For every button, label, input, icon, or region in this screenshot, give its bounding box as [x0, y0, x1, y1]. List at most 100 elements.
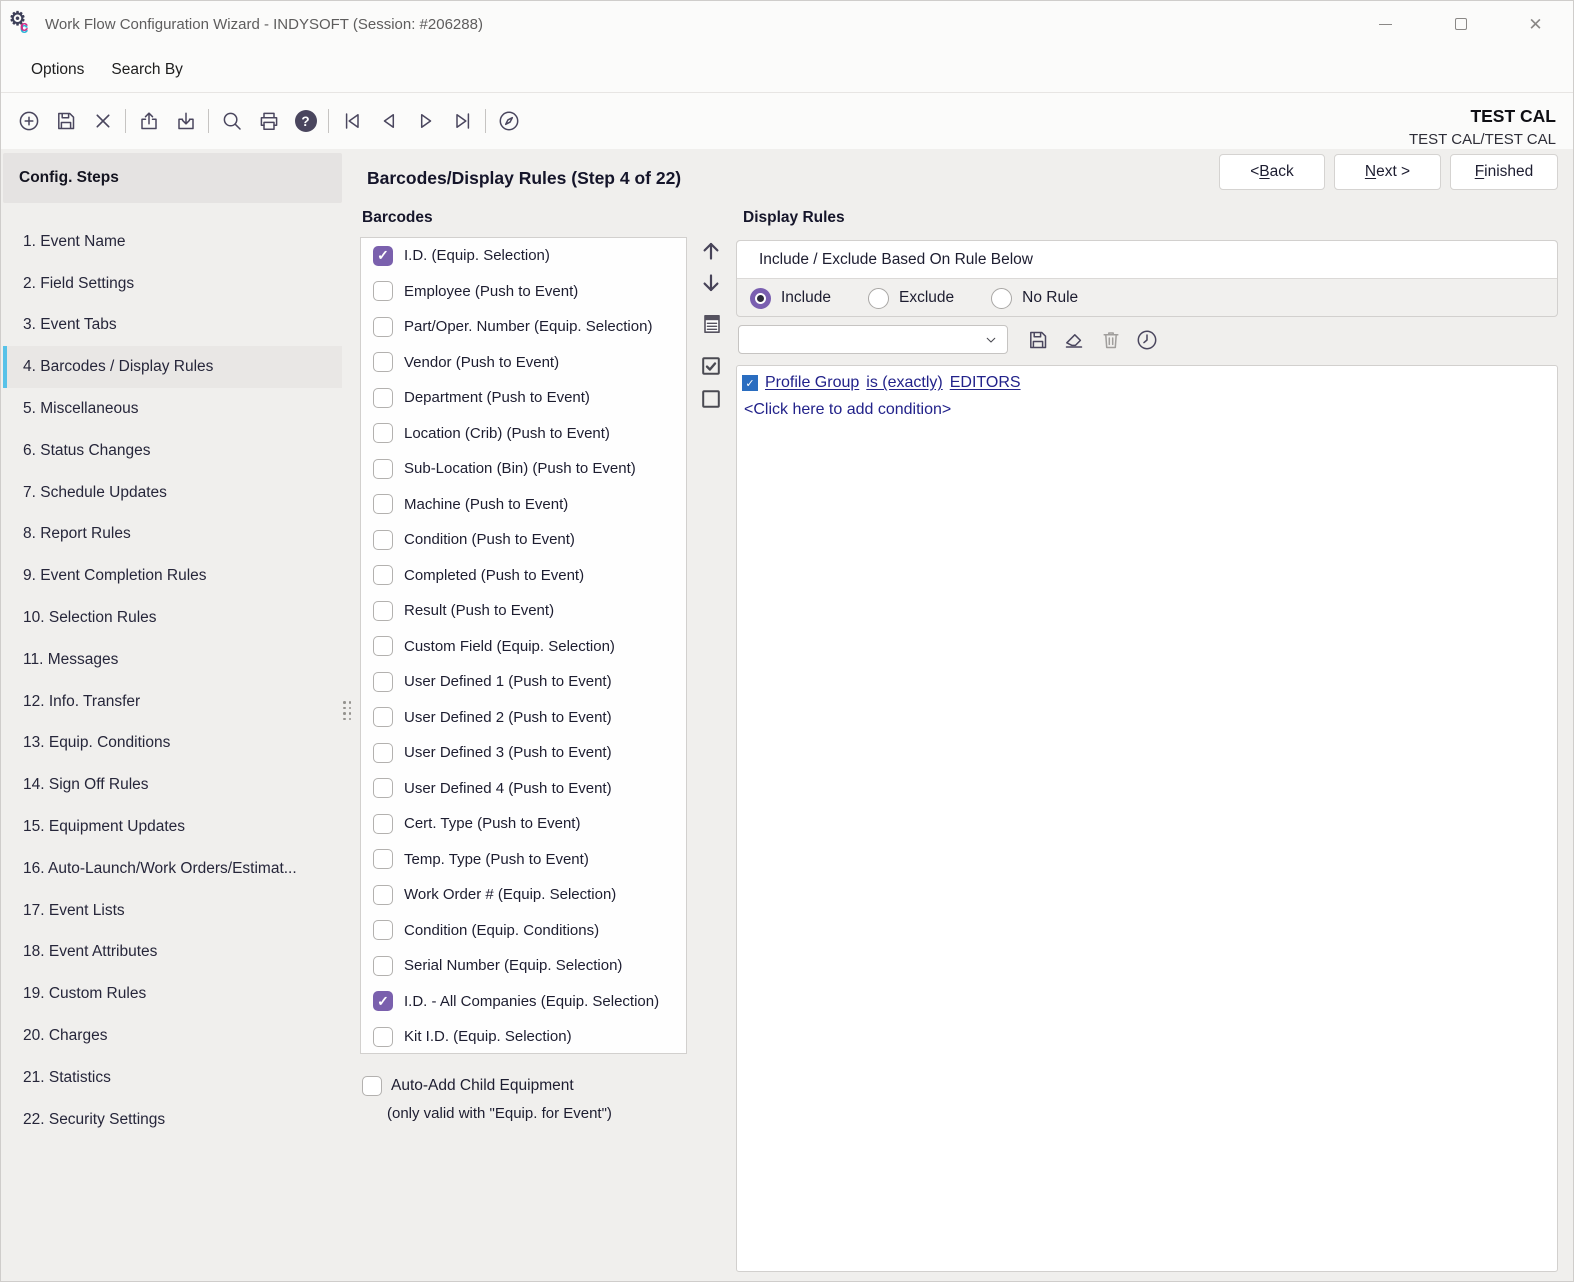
delete-button[interactable]: [84, 103, 121, 139]
barcode-checkbox[interactable]: [373, 778, 393, 798]
barcode-checkbox[interactable]: [373, 601, 393, 621]
condition-row[interactable]: Profile Group is (exactly) EDITORS: [742, 374, 1552, 392]
view-details-button[interactable]: [700, 312, 724, 336]
next-record-button[interactable]: [407, 103, 444, 139]
barcode-checkbox[interactable]: [373, 352, 393, 372]
sidebar-step-item[interactable]: 16. Auto-Launch/Work Orders/Estimat...: [3, 848, 342, 890]
sidebar-step-item[interactable]: 7. Schedule Updates: [3, 472, 342, 514]
move-up-button[interactable]: [699, 239, 723, 263]
barcode-item[interactable]: Completed (Push to Event): [361, 558, 686, 594]
print-button[interactable]: [250, 103, 287, 139]
sidebar-step-item[interactable]: 22. Security Settings: [3, 1099, 342, 1141]
condition-operator-link[interactable]: is (exactly): [866, 374, 942, 392]
radio-icon[interactable]: [991, 288, 1012, 309]
barcode-item[interactable]: Serial Number (Equip. Selection): [361, 948, 686, 984]
menu-item[interactable]: Search By: [111, 61, 183, 79]
delete-rule-button[interactable]: [1098, 327, 1124, 353]
minimize-button[interactable]: [1348, 1, 1423, 47]
sidebar-step-item[interactable]: 6. Status Changes: [3, 430, 342, 472]
sidebar-step-item[interactable]: 20. Charges: [3, 1015, 342, 1057]
barcode-checkbox[interactable]: [373, 246, 393, 266]
barcode-item[interactable]: Work Order # (Equip. Selection): [361, 877, 686, 913]
barcode-checkbox[interactable]: [373, 317, 393, 337]
auto-add-child-row[interactable]: Auto-Add Child Equipment: [362, 1076, 574, 1096]
sidebar-step-item[interactable]: 12. Info. Transfer: [3, 681, 342, 723]
maximize-button[interactable]: [1423, 1, 1498, 47]
barcode-item[interactable]: I.D. (Equip. Selection): [361, 238, 686, 274]
uncheck-all-button[interactable]: [699, 387, 723, 411]
barcode-item[interactable]: Condition (Equip. Conditions): [361, 913, 686, 949]
sidebar-step-item[interactable]: 15. Equipment Updates: [3, 806, 342, 848]
barcode-item[interactable]: Employee (Push to Event): [361, 274, 686, 310]
sidebar-step-item[interactable]: 3. Event Tabs: [3, 305, 342, 347]
save-rule-button[interactable]: [1025, 327, 1051, 353]
erase-rule-button[interactable]: [1061, 327, 1087, 353]
barcode-item[interactable]: Department (Push to Event): [361, 380, 686, 416]
barcode-checkbox[interactable]: [373, 494, 393, 514]
barcode-item[interactable]: Location (Crib) (Push to Event): [361, 416, 686, 452]
add-button[interactable]: [10, 103, 47, 139]
barcode-checkbox[interactable]: [373, 281, 393, 301]
sidebar-step-item[interactable]: 19. Custom Rules: [3, 973, 342, 1015]
sidebar-step-item[interactable]: 17. Event Lists: [3, 890, 342, 932]
next-button[interactable]: Next >: [1334, 154, 1441, 190]
barcode-checkbox[interactable]: [373, 459, 393, 479]
close-button[interactable]: ✕: [1498, 1, 1573, 47]
barcode-item[interactable]: Cert. Type (Push to Event): [361, 806, 686, 842]
help-button[interactable]: ?: [287, 103, 324, 139]
splitter-grip[interactable]: [343, 701, 354, 721]
barcode-checkbox[interactable]: [373, 565, 393, 585]
last-record-button[interactable]: [444, 103, 481, 139]
move-down-button[interactable]: [699, 271, 723, 295]
rule-mode-option[interactable]: Exclude: [868, 288, 954, 309]
barcode-checkbox[interactable]: [373, 991, 393, 1011]
radio-icon[interactable]: [868, 288, 889, 309]
condition-value-link[interactable]: EDITORS: [950, 374, 1021, 392]
barcode-checkbox[interactable]: [373, 530, 393, 550]
sidebar-step-item[interactable]: 4. Barcodes / Display Rules: [3, 346, 342, 388]
barcode-item[interactable]: Sub-Location (Bin) (Push to Event): [361, 451, 686, 487]
sidebar-step-item[interactable]: 14. Sign Off Rules: [3, 764, 342, 806]
barcode-item[interactable]: Result (Push to Event): [361, 593, 686, 629]
sidebar-step-item[interactable]: 5. Miscellaneous: [3, 388, 342, 430]
condition-field-link[interactable]: Profile Group: [765, 374, 859, 392]
radio-icon[interactable]: [750, 288, 771, 309]
barcode-item[interactable]: Custom Field (Equip. Selection): [361, 629, 686, 665]
menu-item[interactable]: Options: [31, 61, 84, 79]
barcode-item[interactable]: Machine (Push to Event): [361, 487, 686, 523]
rule-mode-option[interactable]: Include: [750, 288, 831, 309]
condition-checkbox[interactable]: [742, 375, 758, 391]
barcode-item[interactable]: User Defined 3 (Push to Event): [361, 735, 686, 771]
saved-rules-dropdown[interactable]: [738, 325, 1008, 354]
back-button[interactable]: < Back: [1219, 154, 1325, 190]
barcode-checkbox[interactable]: [373, 388, 393, 408]
barcode-checkbox[interactable]: [373, 423, 393, 443]
barcode-checkbox[interactable]: [373, 814, 393, 834]
barcode-item[interactable]: Vendor (Push to Event): [361, 345, 686, 381]
auto-add-child-checkbox[interactable]: [362, 1076, 382, 1096]
first-record-button[interactable]: [333, 103, 370, 139]
sidebar-step-item[interactable]: 11. Messages: [3, 639, 342, 681]
sidebar-step-item[interactable]: 1. Event Name: [3, 221, 342, 263]
barcode-item[interactable]: Condition (Push to Event): [361, 522, 686, 558]
search-button[interactable]: [213, 103, 250, 139]
rule-history-button[interactable]: [1134, 327, 1160, 353]
sidebar-step-item[interactable]: 18. Event Attributes: [3, 932, 342, 974]
barcode-checkbox[interactable]: [373, 743, 393, 763]
navigate-button[interactable]: [490, 103, 527, 139]
rule-mode-option[interactable]: No Rule: [991, 288, 1078, 309]
barcode-checkbox[interactable]: [373, 920, 393, 940]
barcode-item[interactable]: User Defined 2 (Push to Event): [361, 700, 686, 736]
barcode-checkbox[interactable]: [373, 849, 393, 869]
barcode-item[interactable]: User Defined 1 (Push to Event): [361, 664, 686, 700]
barcode-item[interactable]: User Defined 4 (Push to Event): [361, 771, 686, 807]
barcode-checkbox[interactable]: [373, 636, 393, 656]
add-condition-link[interactable]: <Click here to add condition>: [744, 401, 1552, 419]
finished-button[interactable]: Finished: [1450, 154, 1558, 190]
sidebar-step-item[interactable]: 9. Event Completion Rules: [3, 555, 342, 597]
sidebar-step-item[interactable]: 13. Equip. Conditions: [3, 723, 342, 765]
barcode-item[interactable]: Kit I.D. (Equip. Selection): [361, 1019, 686, 1054]
sidebar-step-item[interactable]: 10. Selection Rules: [3, 597, 342, 639]
barcode-item[interactable]: Part/Oper. Number (Equip. Selection): [361, 309, 686, 345]
sidebar-step-item[interactable]: 8. Report Rules: [3, 514, 342, 556]
